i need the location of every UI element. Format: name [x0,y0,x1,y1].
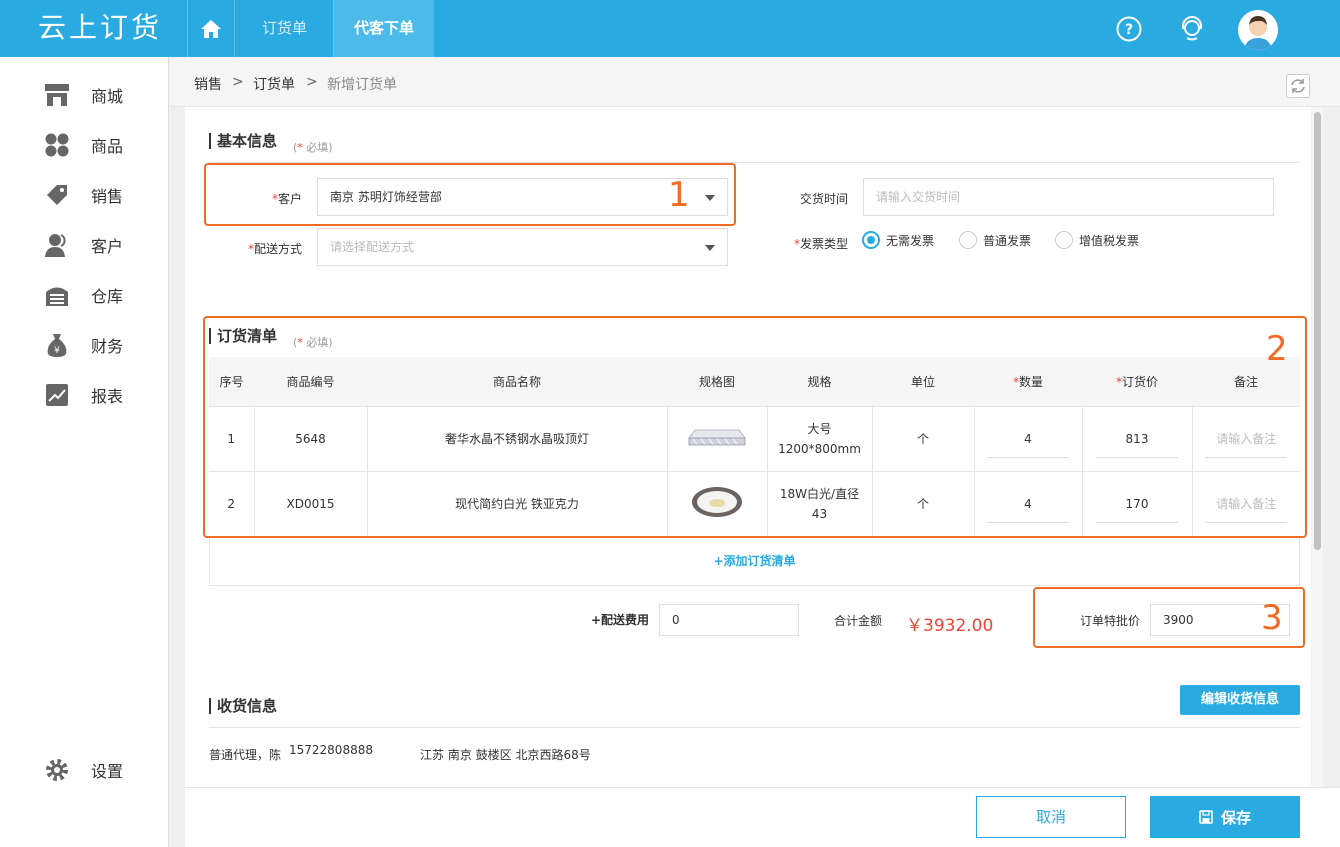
sidebar-item-finance[interactable]: ¥ 财务 [44,332,123,358]
shipping-fee-label: +配送费用 [590,613,649,627]
tab-proxy-order[interactable]: 代客下单 [334,0,434,57]
annotation-number-1: 1 [668,175,690,215]
chevron-down-icon[interactable] [705,245,715,251]
breadcrumb-orders[interactable]: 订货单 [253,74,295,94]
receiver-phone: 15722808888 [289,743,373,757]
user-avatar[interactable] [1238,10,1278,50]
sidebar-item-reports[interactable]: 报表 [44,382,123,408]
sidebar-item-store[interactable]: 商城 [44,82,123,108]
total-amount-label: 合计金额 [833,614,882,628]
save-label: 保存 [1220,808,1251,827]
save-icon [1199,810,1213,824]
help-icon[interactable]: ? [1116,16,1142,42]
annotation-box-1 [204,163,736,226]
annotation-number-2: 2 [1266,329,1288,369]
add-order-item-button[interactable]: +添加订货清单 [209,537,1300,586]
top-bar: 云上订货 订货单 代客下单 ? [0,0,1340,57]
cancel-button[interactable]: 取消 [976,796,1126,838]
total-amount-value: ￥3932.00 [906,616,994,636]
receiver-info-title: 收货信息 [209,698,277,714]
save-button[interactable]: 保存 [1150,796,1300,838]
scrollbar-thumb[interactable] [1314,112,1321,550]
sidebar-item-label: 商城 [91,87,124,106]
invoice-type-label: *发票类型 [793,237,848,251]
sidebar-item-label: 设置 [91,762,124,781]
divider [209,727,1300,728]
sidebar-item-settings[interactable]: 设置 [44,757,123,783]
invoice-option-none[interactable]: 无需发票 [862,231,934,249]
tab-orders[interactable]: 订货单 [236,0,334,57]
breadcrumb-separator: > [306,74,318,90]
sidebar-item-label: 商品 [91,137,124,156]
shipping-method-label: *配送方式 [247,242,302,256]
receiver-contact: 普通代理，陈 [209,748,282,762]
sidebar-item-products[interactable]: 商品 [44,132,123,158]
annotation-number-3: 3 [1261,598,1283,638]
basic-info-title: 基本信息 [209,133,277,149]
user-icon [44,232,70,258]
shipping-method-select[interactable]: 请选择配送方式 [317,228,728,266]
sidebar: 商城 商品 销售 客户 仓库 ¥ 财务 报表 设置 [0,57,169,847]
required-note: (* 必填) [293,141,333,154]
sidebar-item-label: 财务 [91,337,124,356]
tag-icon [44,182,70,208]
shipping-fee-input[interactable]: 0 [659,604,799,636]
grid-icon [44,132,70,158]
refresh-icon [1291,79,1305,93]
avatar-icon [1238,10,1278,50]
home-button[interactable] [187,0,235,57]
sidebar-item-label: 销售 [91,187,124,206]
sidebar-item-warehouse[interactable]: 仓库 [44,282,123,308]
store-icon [44,82,70,108]
delivery-time-label: 交货时间 [799,192,848,206]
edit-receiver-button[interactable]: 编辑收货信息 [1180,685,1300,715]
customer-service-icon[interactable] [1179,16,1205,42]
annotation-box-2 [203,316,1307,538]
sidebar-item-label: 报表 [91,387,124,406]
invoice-option-normal[interactable]: 普通发票 [959,231,1031,249]
breadcrumb-separator: > [232,74,244,90]
invoice-option-vat[interactable]: 增值税发票 [1055,231,1139,249]
breadcrumb-current: 新增订货单 [327,77,397,93]
radio-selected-icon [862,231,880,249]
breadcrumb-sales[interactable]: 销售 [194,74,222,94]
warehouse-icon [44,282,70,308]
chart-icon [44,382,70,408]
delivery-time-input[interactable]: 请输入交货时间 [863,178,1274,216]
sidebar-item-label: 客户 [91,237,124,256]
svg-text:¥: ¥ [54,346,60,356]
radio-icon [959,231,977,249]
sidebar-item-label: 仓库 [91,287,124,306]
refresh-button[interactable] [1286,74,1310,98]
sidebar-item-customers[interactable]: 客户 [44,232,123,258]
sidebar-item-sales[interactable]: 销售 [44,182,123,208]
receiver-address: 江苏 南京 鼓楼区 北京西路68号 [420,748,591,762]
app-logo[interactable]: 云上订货 [38,10,162,46]
breadcrumb: 销售 > 订货单 > 新增订货单 [170,57,1340,107]
radio-icon [1055,231,1073,249]
money-bag-icon: ¥ [44,332,70,358]
home-icon [201,19,221,38]
gear-icon [44,757,70,783]
svg-text:?: ? [1125,22,1133,38]
